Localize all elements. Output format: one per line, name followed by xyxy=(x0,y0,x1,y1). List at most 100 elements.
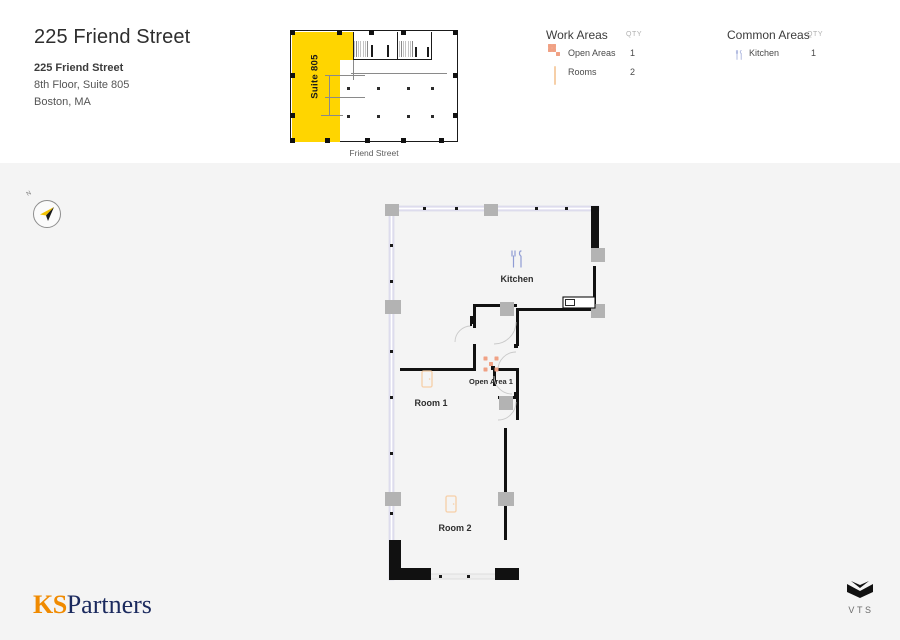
key-plan-column xyxy=(325,138,330,143)
legend-common-areas-qty-header: QTY xyxy=(807,31,824,38)
door-swing xyxy=(493,321,517,345)
open-areas-icon xyxy=(483,356,499,377)
sink xyxy=(565,299,575,306)
key-plan-core-wall xyxy=(387,45,389,57)
column xyxy=(498,492,514,506)
column xyxy=(591,248,605,262)
legend-row-kitchen[interactable]: Kitchen 1 xyxy=(727,46,887,65)
legend-qty-rooms: 2 xyxy=(630,67,636,77)
key-plan-wall xyxy=(397,32,399,60)
address-city-state: Boston, MA xyxy=(34,96,91,109)
key-plan-wall xyxy=(325,75,365,76)
wall-south-west-leg xyxy=(389,568,431,580)
legend-label-kitchen: Kitchen xyxy=(749,48,780,58)
key-plan-grid-dot xyxy=(347,115,350,118)
key-plan-suite-highlight-notch xyxy=(340,32,354,60)
key-plan-wall xyxy=(431,32,433,60)
kitchen-icon xyxy=(733,48,745,60)
key-plan-stair-hatch xyxy=(399,41,413,57)
column xyxy=(385,492,401,506)
key-plan-corridor xyxy=(351,73,399,74)
key-plan-grid-dot xyxy=(431,115,434,118)
key-plan-core-wall xyxy=(371,45,373,57)
key-plan-wall xyxy=(353,59,397,61)
key-plan-column xyxy=(401,30,406,35)
kitchen-icon xyxy=(508,249,526,274)
key-plan-core-wall xyxy=(427,47,429,57)
ks-logo-mark: KS xyxy=(33,590,67,619)
legend-work-areas-header: Work Areas QTY xyxy=(546,28,706,46)
vts-chevron-icon xyxy=(847,581,873,598)
key-plan-stair-hatch xyxy=(354,41,368,57)
column xyxy=(385,204,399,216)
ks-partners-logo: KSPartners xyxy=(33,592,152,618)
key-plan-column xyxy=(453,30,458,35)
key-plan-grid-dot xyxy=(407,87,410,90)
door-swing xyxy=(497,351,517,371)
key-plan-column xyxy=(401,138,406,143)
key-plan-grid-dot xyxy=(377,87,380,90)
legend-work-areas-qty-header: QTY xyxy=(626,31,643,38)
key-plan-wall xyxy=(325,97,365,98)
key-plan[interactable]: Suite 805 Friend Street xyxy=(290,30,458,158)
legend-qty-kitchen: 1 xyxy=(811,48,817,58)
key-plan-column xyxy=(290,30,295,35)
key-plan-wall xyxy=(353,60,354,80)
key-plan-column xyxy=(290,113,295,118)
key-plan-outline: Suite 805 xyxy=(290,30,458,143)
key-plan-wall xyxy=(397,59,431,61)
legend-label-rooms: Rooms xyxy=(568,67,597,77)
compass-rose: N xyxy=(26,190,63,230)
wall-open-east-upper xyxy=(516,308,519,346)
wall-room2-east xyxy=(504,428,507,540)
legend-row-rooms[interactable]: Rooms 2 xyxy=(546,65,706,85)
key-plan-grid-dot xyxy=(407,115,410,118)
compass-needle-icon xyxy=(40,207,54,221)
wall-room1-south xyxy=(400,368,476,371)
key-plan-core-wall xyxy=(415,47,417,57)
rooms-icon xyxy=(552,66,564,85)
key-plan-column xyxy=(453,73,458,78)
key-plan-column xyxy=(453,113,458,118)
space-label-open-area-1: Open Area 1 xyxy=(469,377,513,386)
key-plan-grid-dot xyxy=(431,87,434,90)
legend-common-areas-title: Common Areas xyxy=(727,28,810,42)
key-plan-column xyxy=(365,138,370,143)
page-title: 225 Friend Street xyxy=(34,26,191,48)
legend-label-open-areas: Open Areas xyxy=(568,48,616,58)
key-plan-column xyxy=(290,73,295,78)
casework-group xyxy=(562,296,596,309)
space-label-room-1: Room 1 xyxy=(414,398,448,408)
wall-room1-east xyxy=(473,344,476,370)
wall-northeast xyxy=(591,206,599,252)
key-plan-column xyxy=(369,30,374,35)
open-areas-icon xyxy=(548,44,564,60)
vts-logo: VTS xyxy=(838,580,882,615)
legend-common-areas-header: Common Areas QTY xyxy=(727,28,887,46)
legend-work-areas: Work Areas QTY Open Areas 1 Rooms 2 xyxy=(546,28,706,85)
key-plan-column xyxy=(337,30,342,35)
wall-south-east-leg xyxy=(495,568,519,580)
column xyxy=(385,300,401,314)
key-plan-column xyxy=(439,138,444,143)
rooms-icon xyxy=(421,370,433,393)
key-plan-grid-dot xyxy=(347,87,350,90)
column xyxy=(499,396,513,410)
legend-work-areas-title: Work Areas xyxy=(546,28,608,42)
legend-common-areas: Common Areas QTY Kitchen 1 xyxy=(727,28,887,65)
space-label-room-2: Room 2 xyxy=(438,523,472,533)
ks-logo-wordmark: Partners xyxy=(66,590,152,619)
key-plan-grid-dot xyxy=(377,115,380,118)
wall-open-west-upper xyxy=(473,304,476,328)
column xyxy=(500,302,514,316)
vts-wordmark: VTS xyxy=(848,605,874,615)
columns-group xyxy=(385,204,605,506)
door-swing xyxy=(454,325,472,343)
key-plan-wall xyxy=(329,75,330,115)
title-block: 225 Friend Street 225 Friend Street 8th … xyxy=(34,26,274,111)
legend-row-open-areas[interactable]: Open Areas 1 xyxy=(546,44,706,65)
space-label-kitchen: Kitchen xyxy=(500,274,534,284)
rooms-icon xyxy=(445,495,457,518)
address-floor-suite: 8th Floor, Suite 805 xyxy=(34,79,130,92)
key-plan-wall xyxy=(321,115,343,116)
